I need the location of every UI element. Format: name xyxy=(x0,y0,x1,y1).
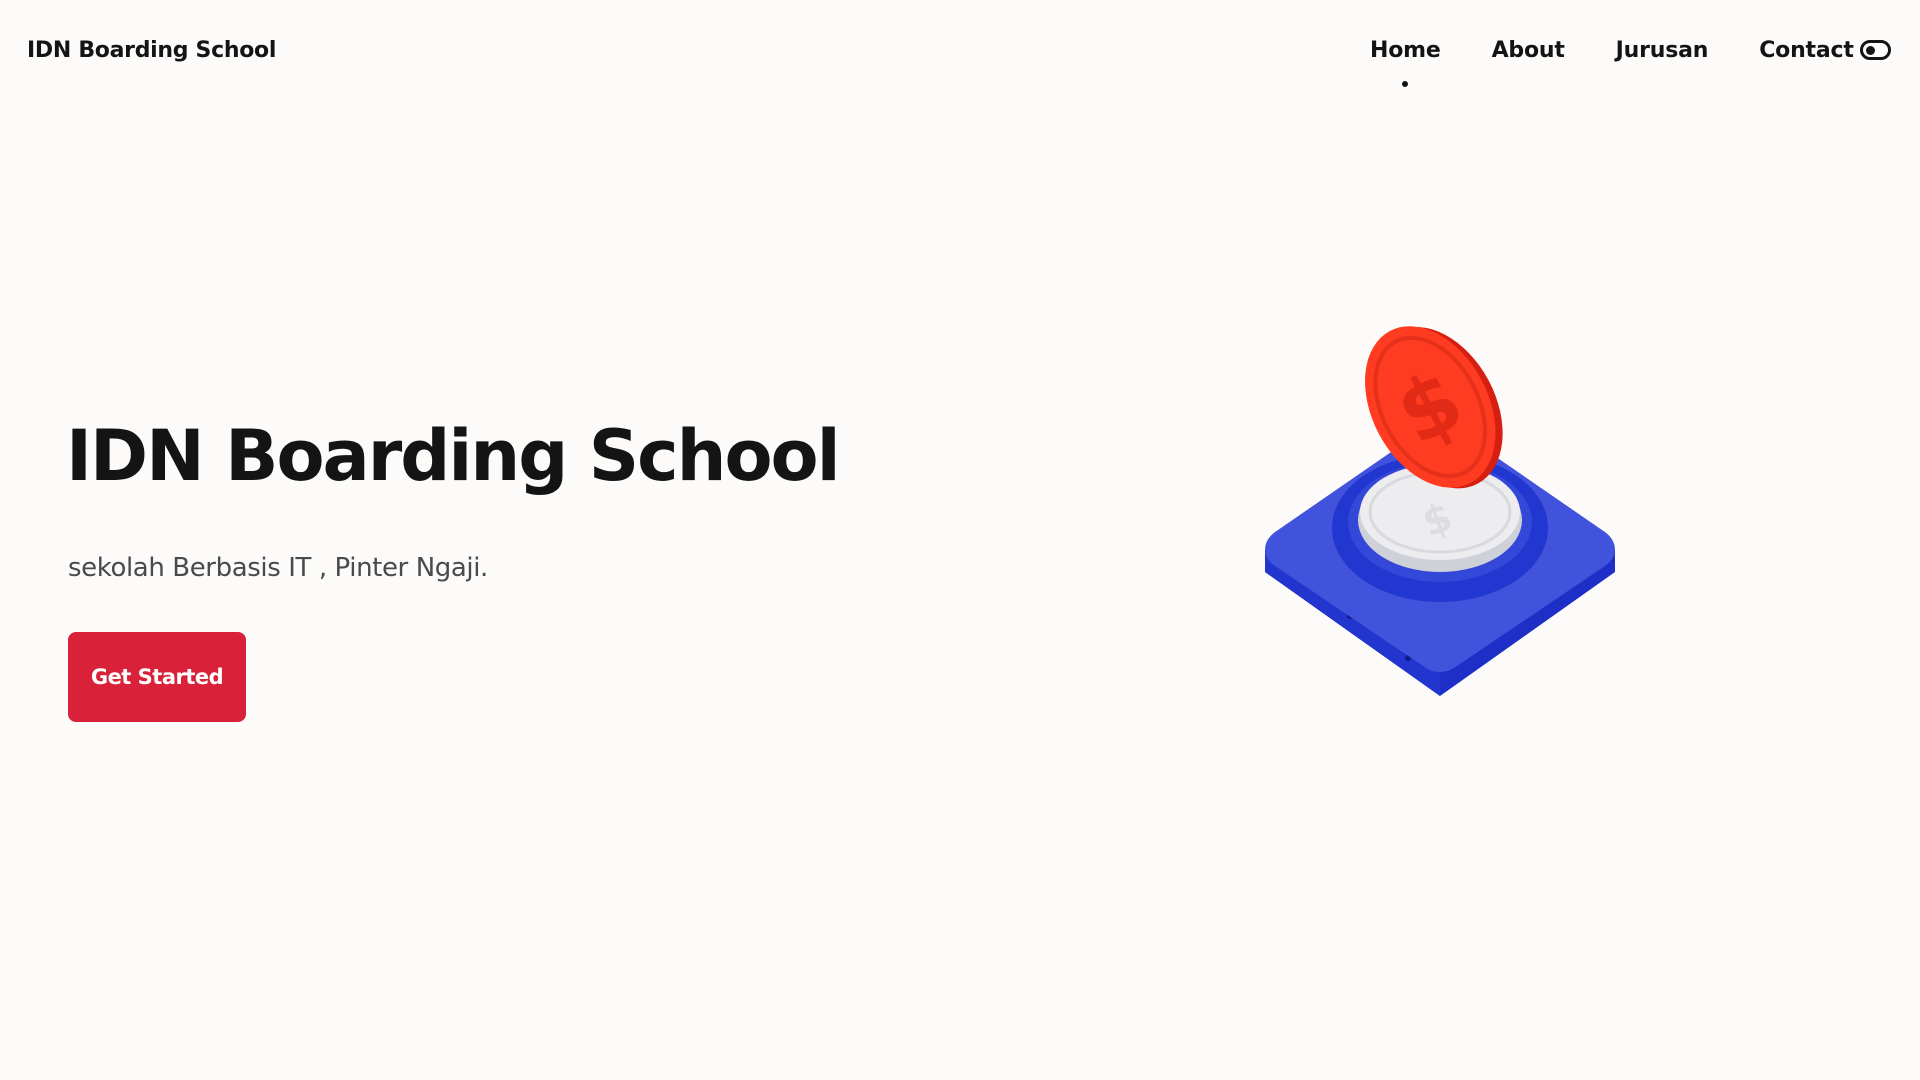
nav-item-contact[interactable]: Contact xyxy=(1759,38,1854,63)
nav-item-about[interactable]: About xyxy=(1492,38,1565,63)
hero-subtitle: sekolah Berbasis IT , Pinter Ngaji. xyxy=(68,553,488,583)
get-started-button[interactable]: Get Started xyxy=(68,632,246,722)
nav-item-label: About xyxy=(1491,38,1565,63)
nav-item-jurusan[interactable]: Jurusan xyxy=(1616,38,1709,63)
hero-title: IDN Boarding School xyxy=(66,415,841,497)
nav-item-label: Jurusan xyxy=(1615,38,1709,63)
brand-logo[interactable]: IDN Boarding School xyxy=(27,38,276,63)
toggle-knob xyxy=(1866,46,1875,55)
nav-item-label: Home xyxy=(1370,38,1441,63)
toggle-switch-icon[interactable] xyxy=(1860,40,1891,60)
coin-button-illustration: $ $ xyxy=(1265,326,1615,696)
page: IDN Boarding School Home About Jurusan C… xyxy=(0,0,1920,1080)
site-header: IDN Boarding School Home About Jurusan C… xyxy=(0,0,1920,110)
main-nav: Home About Jurusan Contact xyxy=(1340,38,1854,87)
nav-item-home[interactable]: Home xyxy=(1370,38,1441,87)
active-indicator-dot xyxy=(1402,81,1409,87)
nav-item-label: Contact xyxy=(1759,38,1854,63)
